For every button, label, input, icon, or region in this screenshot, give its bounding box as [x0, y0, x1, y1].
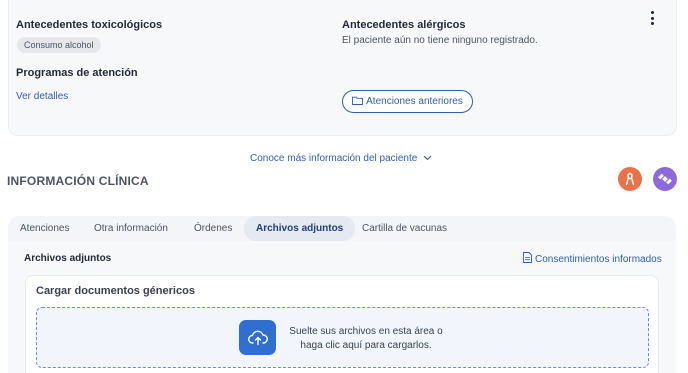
more-patient-info-toggle[interactable]: Conoce más información del paciente — [250, 153, 432, 164]
view-details-link[interactable]: Ver detalles — [16, 91, 68, 102]
clinical-info-title: INFORMACIÓN CLÍNICA — [7, 174, 149, 188]
tab-cartilla-vacunas[interactable]: Cartilla de vacunas — [362, 216, 447, 241]
previous-visits-button[interactable]: Atenciones anteriores — [342, 90, 473, 113]
allergy-history-title: Antecedentes alérgicos — [342, 19, 466, 31]
care-programs-title: Programas de atención — [16, 67, 138, 79]
ribbon-icon[interactable] — [618, 167, 642, 191]
dropzone-line-1: Suelte sus archivos en esta área o — [289, 326, 443, 337]
informed-consents-link[interactable]: Consentimientos informados — [523, 252, 662, 266]
upload-section-title: Cargar documentos génericos — [36, 285, 195, 297]
chevron-down-icon — [423, 153, 432, 164]
kebab-menu-icon[interactable] — [648, 11, 656, 25]
attachments-title: Archivos adjuntos — [24, 253, 112, 264]
toxicological-history-title: Antecedentes toxicológicos — [16, 19, 163, 31]
dropzone-line-2: haga clic aquí para cargarlos. — [300, 340, 432, 351]
folder-icon — [352, 96, 364, 108]
clinical-tabs-bar: Atenciones Otra información Órdenes Arch… — [8, 216, 676, 241]
tab-ordenes[interactable]: Órdenes — [194, 216, 232, 241]
dropzone-instructions: Suelte sus archivos en esta área o haga … — [286, 325, 446, 353]
allergy-empty-text: El paciente aún no tiene ninguno registr… — [342, 35, 538, 46]
tab-otra-informacion[interactable]: Otra información — [94, 216, 168, 241]
more-info-label: Conoce más información del paciente — [250, 153, 418, 164]
cloud-upload-icon[interactable] — [239, 320, 276, 355]
tab-atenciones[interactable]: Atenciones — [20, 216, 69, 241]
toxicological-chip: Consumo alcohol — [17, 37, 101, 53]
document-icon — [523, 252, 532, 266]
satellite-icon[interactable] — [653, 167, 677, 191]
tab-archivos-adjuntos[interactable]: Archivos adjuntos — [244, 216, 356, 241]
informed-consents-label: Consentimientos informados — [535, 253, 662, 265]
previous-visits-label: Atenciones anteriores — [366, 96, 463, 107]
